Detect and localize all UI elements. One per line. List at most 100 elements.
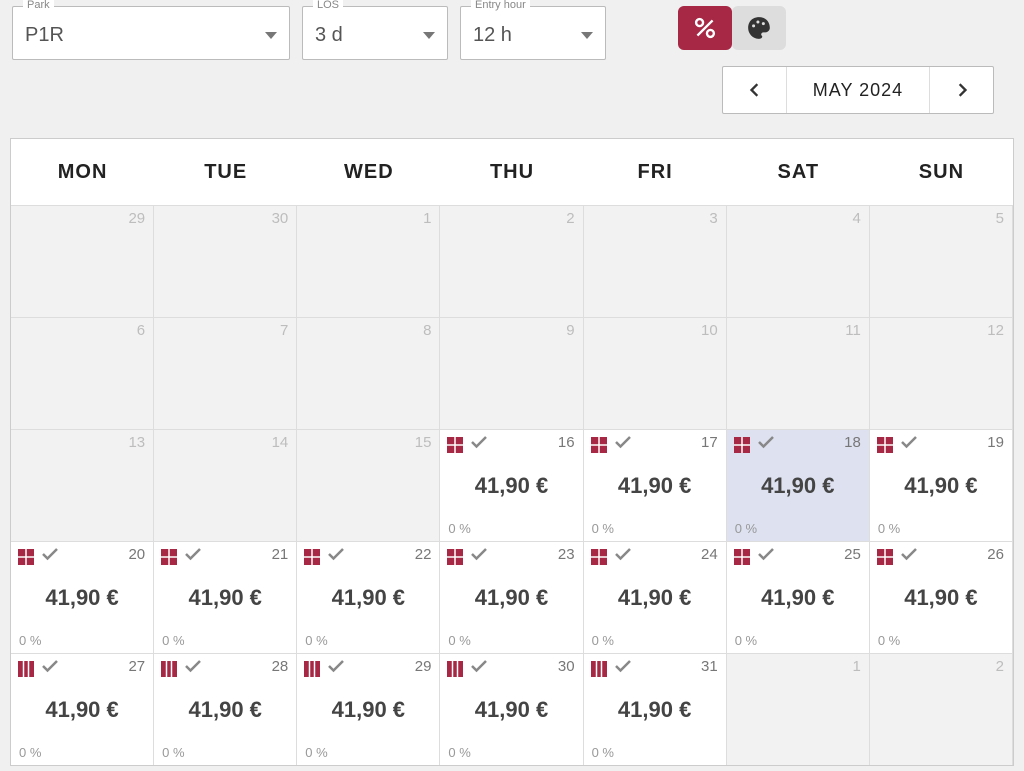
day-icons [160, 658, 202, 679]
check-icon [327, 658, 345, 679]
day-percent: 0 % [592, 521, 614, 536]
day-price: 41,90 € [154, 697, 296, 723]
day-number: 31 [701, 658, 718, 675]
day-cell: 30 [154, 205, 297, 317]
day-cell[interactable]: 1641,90 €0 % [440, 429, 583, 541]
day-number: 3 [709, 210, 717, 227]
weekday-header: WED [297, 139, 440, 205]
day-cell: 1 [727, 653, 870, 765]
weekday-header: MON [11, 139, 154, 205]
day-price: 41,90 € [727, 473, 869, 499]
check-icon [757, 546, 775, 567]
day-icons [733, 546, 775, 567]
los-value: 3 d [315, 24, 343, 47]
day-icons [876, 546, 918, 567]
day-number: 2 [996, 658, 1004, 675]
month-nav: MAY 2024 [722, 66, 994, 114]
day-percent: 0 % [735, 633, 757, 648]
check-icon [41, 546, 59, 567]
entry-hour-select[interactable]: Entry hour 12 h [460, 6, 606, 60]
day-icons [303, 658, 345, 679]
day-cell[interactable]: 1741,90 €0 % [584, 429, 727, 541]
park-select[interactable]: Park P1R [12, 6, 290, 60]
day-cell[interactable]: 3041,90 €0 % [440, 653, 583, 765]
day-number: 18 [844, 434, 861, 451]
prev-month-button[interactable] [723, 67, 787, 113]
view-toggle [678, 6, 786, 50]
day-cell: 15 [297, 429, 440, 541]
day-icons [17, 546, 59, 567]
day-cell[interactable]: 2541,90 €0 % [727, 541, 870, 653]
check-icon [757, 434, 775, 455]
park-value: P1R [25, 24, 64, 47]
day-cell[interactable]: 31 41,90 € 0 % [584, 653, 727, 765]
check-icon [470, 658, 488, 679]
chevron-right-icon [955, 83, 969, 97]
day-number: 4 [853, 210, 861, 227]
chevron-left-icon [748, 83, 762, 97]
day-percent: 0 % [162, 633, 184, 648]
grid-icon [303, 548, 321, 566]
day-cell[interactable]: 2941,90 €0 % [297, 653, 440, 765]
day-cell[interactable]: 2041,90 €0 % [11, 541, 154, 653]
day-cell: 13 [11, 429, 154, 541]
day-cell[interactable]: 2441,90 €0 % [584, 541, 727, 653]
grid-icon [446, 548, 464, 566]
top-bar: Park P1R LOS 3 d Entry hour 12 h [0, 0, 1024, 60]
day-percent: 0 % [592, 633, 614, 648]
day-number: 2 [566, 210, 574, 227]
day-price: 41,90 € [154, 585, 296, 611]
next-month-button[interactable] [929, 67, 993, 113]
day-number: 29 [415, 658, 432, 675]
day-price: 41,90 € [11, 697, 153, 723]
calendar-body: 29301234567891011121314151641,90 €0 %174… [11, 205, 1013, 765]
day-number: 15 [415, 434, 432, 451]
day-number: 13 [128, 434, 145, 451]
day-number: 5 [996, 210, 1004, 227]
day-number: 6 [137, 322, 145, 339]
weekday-header: FRI [584, 139, 727, 205]
chevron-down-icon [581, 32, 593, 39]
day-number: 30 [272, 210, 289, 227]
columns-icon [446, 660, 464, 678]
day-cell[interactable]: 1841,90 €0 % [727, 429, 870, 541]
los-select[interactable]: LOS 3 d [302, 6, 448, 60]
check-icon [184, 546, 202, 567]
day-percent: 0 % [592, 745, 614, 760]
weekday-header: SUN [870, 139, 1013, 205]
grid-icon [876, 436, 894, 454]
weekday-header: THU [440, 139, 583, 205]
day-cell[interactable]: 2641,90 €0 % [870, 541, 1013, 653]
day-cell[interactable]: 1941,90 €0 % [870, 429, 1013, 541]
day-number: 28 [272, 658, 289, 675]
day-number: 17 [701, 434, 718, 451]
grid-icon [446, 436, 464, 454]
day-number: 25 [844, 546, 861, 563]
day-cell[interactable]: 2841,90 €0 % [154, 653, 297, 765]
day-cell[interactable]: 2741,90 €0 % [11, 653, 154, 765]
day-icons [590, 434, 632, 455]
check-icon [614, 434, 632, 455]
grid-icon [160, 548, 178, 566]
day-price: 41,90 € [870, 585, 1012, 611]
day-price: 41,90 € [297, 585, 439, 611]
chevron-down-icon [423, 32, 435, 39]
percent-toggle[interactable] [678, 6, 732, 50]
day-cell: 1 [297, 205, 440, 317]
day-number: 8 [423, 322, 431, 339]
day-cell: 7 [154, 317, 297, 429]
columns-icon [17, 660, 35, 678]
day-cell: 5 [870, 205, 1013, 317]
day-cell: 3 [584, 205, 727, 317]
day-percent: 0 % [305, 633, 327, 648]
day-price: 41,90 € [584, 697, 726, 723]
day-price: 41,90 € [11, 585, 153, 611]
day-number: 26 [987, 546, 1004, 563]
day-cell[interactable]: 2341,90 €0 % [440, 541, 583, 653]
day-cell[interactable]: 2241,90 €0 % [297, 541, 440, 653]
day-cell: 9 [440, 317, 583, 429]
columns-icon [160, 660, 178, 678]
day-cell[interactable]: 2141,90 €0 % [154, 541, 297, 653]
park-label: Park [23, 0, 54, 11]
palette-toggle[interactable] [732, 6, 786, 50]
